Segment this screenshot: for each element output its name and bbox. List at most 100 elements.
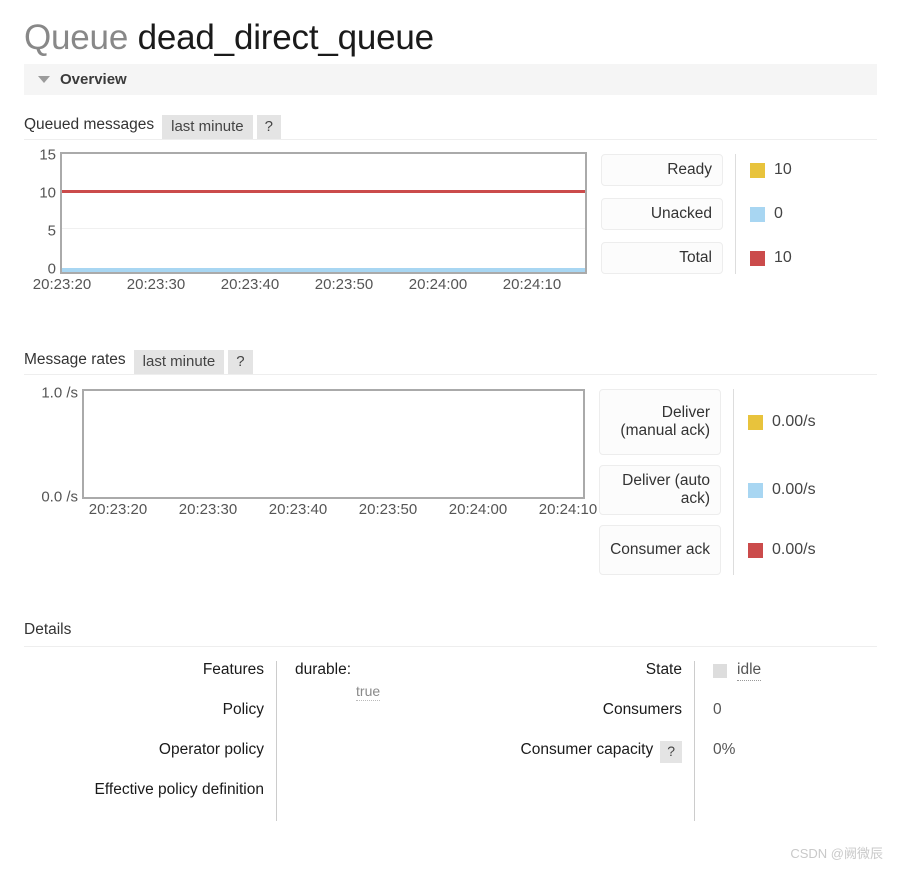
page-title-kind: Queue	[24, 18, 129, 57]
detail-label-features: Features	[202, 661, 264, 678]
legend-label-total[interactable]: Total	[601, 242, 723, 274]
x-tick: 20:24:00	[448, 501, 508, 518]
detail-label-policy: Policy	[222, 701, 264, 718]
legend-value-total: 10	[750, 242, 792, 274]
y-tick: 0.0 /s	[41, 488, 78, 506]
message-rates-legend: Deliver (manual ack) Deliver (auto ack) …	[599, 389, 816, 575]
legend-value-unacked: 0	[750, 198, 792, 230]
queued-messages-help-tab[interactable]: ?	[256, 115, 281, 139]
x-tick: 20:23:50	[358, 501, 418, 518]
page-title: Queue dead_direct_queue	[0, 0, 899, 64]
details-column-left: Features Policy Operator policy Effectiv…	[24, 661, 492, 821]
legend-value-deliver-manual-ack: 0.00/s	[748, 389, 816, 455]
details-grid: Features Policy Operator policy Effectiv…	[24, 661, 877, 821]
queued-messages-legend-values: 10 0 10	[735, 154, 792, 274]
consumer-capacity-value: 0%	[713, 741, 736, 758]
detail-value-features: durable: true	[295, 661, 492, 701]
queued-messages-legend: Ready Unacked Total 10 0 10	[601, 154, 792, 274]
state-indicator-icon	[713, 664, 727, 678]
legend-value-text: 0.00/s	[772, 481, 816, 498]
queued-messages-plot[interactable]	[60, 152, 587, 274]
x-tick: 20:23:40	[268, 501, 328, 518]
consumers-count: 0	[713, 701, 722, 718]
x-tick: 20:23:20	[32, 276, 92, 293]
legend-value-text: 10	[774, 249, 792, 266]
gridline	[62, 228, 585, 229]
queued-messages-title: Queued messages	[24, 116, 155, 133]
detail-value-policy	[295, 701, 492, 741]
x-tick: 20:23:30	[126, 276, 186, 293]
x-tick: 20:23:20	[88, 501, 148, 518]
series-line-total	[62, 190, 585, 193]
details-left-labels: Features Policy Operator policy Effectiv…	[24, 661, 276, 821]
queued-messages-x-axis: 20:23:20 20:23:30 20:23:40 20:23:50 20:2…	[33, 274, 587, 296]
y-tick: 1.0 /s	[41, 384, 78, 402]
x-tick: 20:24:10	[538, 501, 598, 518]
queued-messages-period-tab[interactable]: last minute	[162, 115, 253, 139]
y-tick: 5	[47, 222, 56, 240]
message-rates-x-axis: 20:23:20 20:23:30 20:23:40 20:23:50 20:2…	[82, 499, 597, 521]
legend-label-deliver-auto-ack[interactable]: Deliver (auto ack)	[599, 465, 721, 515]
legend-label-deliver-manual-ack[interactable]: Deliver (manual ack)	[599, 389, 721, 455]
message-rates-plot[interactable]	[82, 389, 585, 499]
details-left-values: durable: true	[276, 661, 492, 821]
x-tick: 20:23:30	[178, 501, 238, 518]
swatch-consumer-ack-icon	[748, 542, 763, 558]
x-tick: 20:24:00	[408, 276, 468, 293]
details-heading: Details	[24, 621, 877, 647]
detail-label-consumer-capacity-text: Consumer capacity	[520, 741, 654, 758]
message-rates-title: Message rates	[24, 351, 126, 368]
legend-label-unacked[interactable]: Unacked	[601, 198, 723, 230]
queued-messages-chart-block: 15 10 5 0 20:23:20 20:23:30 20:23:40 20:…	[24, 147, 899, 296]
triangle-down-icon[interactable]	[38, 76, 50, 83]
detail-value-operator-policy	[295, 741, 492, 781]
legend-value-ready: 10	[750, 154, 792, 186]
legend-label-ready[interactable]: Ready	[601, 154, 723, 186]
message-rates-header: Message rates last minute ?	[24, 344, 877, 375]
overview-section-header[interactable]: Overview	[24, 64, 877, 95]
feature-value: true	[356, 683, 381, 701]
status-badge: idle	[737, 661, 762, 681]
legend-value-deliver-auto-ack: 0.00/s	[748, 465, 816, 515]
legend-label-consumer-ack[interactable]: Consumer ack	[599, 525, 721, 575]
message-rates-period-tab[interactable]: last minute	[133, 350, 225, 374]
detail-label-consumer-capacity: Consumer capacity ?	[492, 741, 694, 781]
detail-label-state-text: State	[645, 661, 682, 678]
details-right-values: idle 0 0%	[694, 661, 877, 821]
detail-label-consumers: Consumers	[492, 701, 694, 741]
detail-value-consumers: 0	[713, 701, 877, 741]
swatch-deliver-auto-ack-icon	[748, 482, 763, 498]
consumer-capacity-help-icon[interactable]: ?	[660, 741, 682, 763]
series-line-unacked	[62, 268, 585, 272]
y-tick: 15	[39, 146, 56, 164]
detail-label-operator-policy: Operator policy	[158, 741, 264, 758]
legend-value-text: 0.00/s	[772, 541, 816, 558]
message-rates-legend-values: 0.00/s 0.00/s 0.00/s	[733, 389, 816, 575]
message-rates-y-axis: 1.0 /s 0.0 /s	[24, 385, 82, 506]
y-tick: 0	[47, 260, 56, 278]
message-rates-chart[interactable]: 1.0 /s 0.0 /s 20:23:20 20:23:30 20:23:40…	[24, 385, 597, 521]
detail-label-effective-policy-definition: Effective policy definition	[94, 781, 264, 798]
details-column-right: State Consumers Consumer capacity ? idle…	[492, 661, 877, 821]
message-rates-chart-block: 1.0 /s 0.0 /s 20:23:20 20:23:30 20:23:40…	[24, 385, 899, 575]
swatch-unacked-icon	[750, 206, 765, 222]
detail-label-state: State	[492, 661, 694, 701]
legend-value-text: 10	[774, 161, 792, 178]
legend-value-text: 0	[774, 205, 783, 222]
swatch-total-icon	[750, 250, 765, 266]
x-tick: 20:24:10	[502, 276, 562, 293]
watermark: CSDN @阙微辰	[790, 846, 883, 861]
queued-messages-y-axis: 15 10 5 0	[24, 147, 60, 278]
details-right-labels: State Consumers Consumer capacity ?	[492, 661, 694, 821]
legend-value-text: 0.00/s	[772, 413, 816, 430]
swatch-ready-icon	[750, 162, 765, 178]
detail-value-state: idle	[713, 661, 877, 701]
queued-messages-chart[interactable]: 15 10 5 0 20:23:20 20:23:30 20:23:40 20:…	[24, 147, 587, 296]
x-tick: 20:23:40	[220, 276, 280, 293]
legend-value-consumer-ack: 0.00/s	[748, 525, 816, 575]
queued-messages-header: Queued messages last minute ?	[24, 109, 877, 140]
page-title-name: dead_direct_queue	[137, 18, 435, 57]
detail-label-consumers-text: Consumers	[602, 701, 682, 718]
message-rates-help-tab[interactable]: ?	[228, 350, 253, 374]
message-rates-legend-labels: Deliver (manual ack) Deliver (auto ack) …	[599, 389, 721, 575]
